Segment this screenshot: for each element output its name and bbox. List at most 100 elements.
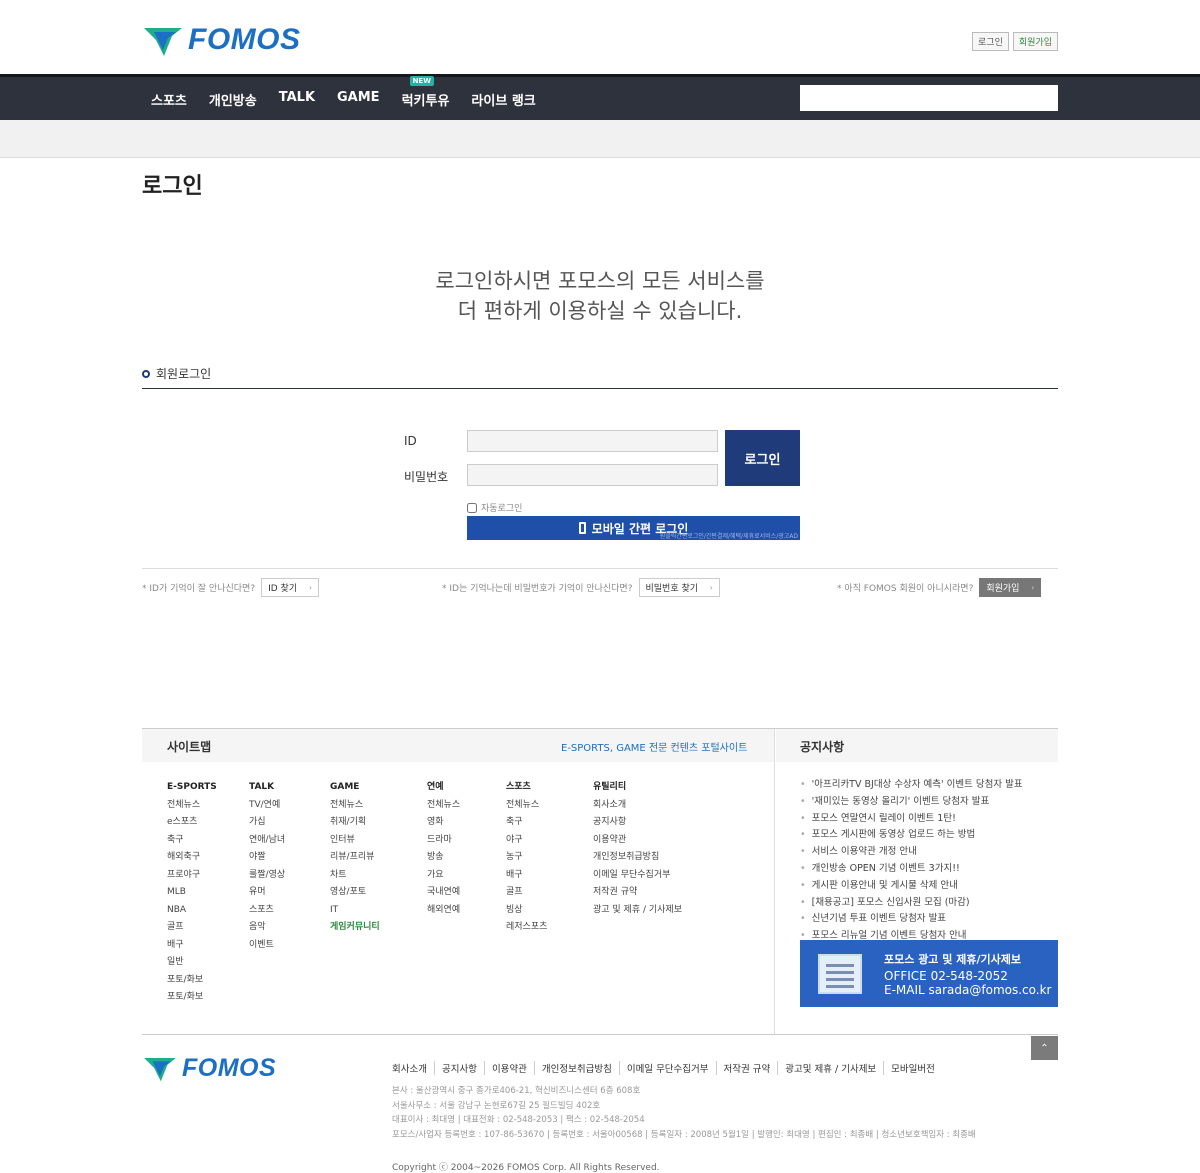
sitemap-link[interactable]: 유머: [249, 884, 285, 902]
sitemap-link[interactable]: 이용약관: [593, 832, 682, 850]
auto-login[interactable]: 자동로그인: [467, 501, 522, 514]
sitemap-link[interactable]: 영상/포토: [330, 884, 380, 902]
sitemap-link[interactable]: 리뷰/프리뷰: [330, 849, 380, 867]
find-password-button[interactable]: 비밀번호 찾기 ›: [638, 578, 720, 597]
footer-link[interactable]: 이용약관: [483, 1061, 534, 1075]
sitemap-link[interactable]: 이벤트: [249, 937, 285, 955]
ad-email: E-MAIL sarada@fomos.co.kr: [884, 983, 1052, 997]
fomos-logo[interactable]: FOMOS: [142, 22, 301, 58]
nav-item-game[interactable]: GAME: [337, 90, 380, 109]
sitemap-link[interactable]: 포토/화보: [167, 972, 217, 990]
sitemap-link[interactable]: 배구: [167, 937, 217, 955]
sitemap-link[interactable]: 골프: [506, 884, 547, 902]
nav-item-lucky[interactable]: NEW 럭키투유: [402, 76, 449, 109]
mobile-login-button[interactable]: 모바일 간편 로그인 원클릭간편로그인/간편결제/혜택/제휴료서비스/광고AD: [467, 516, 800, 540]
sitemap-tagline: E-SPORTS, GAME 전문 컨텐츠 포털사이트: [561, 743, 748, 754]
sitemap-link[interactable]: 농구: [506, 849, 547, 867]
phone-icon: [578, 522, 586, 534]
auto-login-checkbox[interactable]: [467, 502, 477, 513]
sitemap-link[interactable]: 룰짤/영상: [249, 867, 285, 885]
top-join-link[interactable]: 회원가입: [1012, 32, 1058, 51]
sub-band: [0, 120, 1200, 158]
password-input[interactable]: [467, 464, 718, 486]
sitemap-link[interactable]: 전체뉴스: [330, 797, 380, 815]
notice-item[interactable]: 개인방송 OPEN 기념 이벤트 3가지!!: [800, 861, 1023, 878]
sitemap-link[interactable]: 포토/화보: [167, 989, 217, 1007]
sitemap-link[interactable]: 개인정보취급방침: [593, 849, 682, 867]
notice-item[interactable]: 서비스 이용약관 개정 안내: [800, 844, 1023, 861]
sitemap-link[interactable]: 회사소개: [593, 797, 682, 815]
sitemap-link[interactable]: 야짤: [249, 849, 285, 867]
sitemap-link[interactable]: 가요: [427, 867, 460, 885]
scroll-top-button[interactable]: ⌃: [1031, 1036, 1058, 1060]
sitemap-column-head: 유틸리티: [593, 782, 627, 792]
nav-item-talk[interactable]: TALK: [279, 90, 315, 109]
sitemap-link[interactable]: 배구: [506, 867, 547, 885]
sitemap-link[interactable]: 빙상: [506, 902, 547, 920]
login-button[interactable]: 로그인: [725, 430, 800, 486]
sitemap-link[interactable]: 전체뉴스: [427, 797, 460, 815]
footer-link[interactable]: 개인정보취급방침: [533, 1061, 619, 1075]
notice-item[interactable]: '재미있는 동영상 올리기' 이벤트 당첨자 발표: [800, 794, 1023, 811]
sitemap-link[interactable]: 레저스포츠: [506, 919, 547, 937]
top-login-link[interactable]: 로그인: [972, 32, 1009, 51]
notice-item[interactable]: 게시판 이용안내 및 게시물 삭제 안내: [800, 878, 1023, 895]
sitemap-link[interactable]: e스포츠: [167, 814, 217, 832]
sitemap-link[interactable]: 저작권 규약: [593, 884, 682, 902]
nav-item-broadcast[interactable]: 개인방송: [209, 90, 257, 109]
sitemap-link[interactable]: 프로야구: [167, 867, 217, 885]
sitemap-link[interactable]: 광고 및 제휴 / 기사제보: [593, 902, 682, 920]
sitemap-link[interactable]: 해외연예: [427, 902, 460, 920]
sitemap-link[interactable]: 전체뉴스: [167, 797, 217, 815]
search-input[interactable]: [800, 85, 1058, 111]
sitemap-link-game-community[interactable]: 게임커뮤니티: [330, 919, 380, 937]
find-id-button[interactable]: ID 찾기 ›: [261, 578, 319, 597]
sitemap-link[interactable]: 취재/기획: [330, 814, 380, 832]
sitemap-link[interactable]: 영화: [427, 814, 460, 832]
notice-item[interactable]: '아프리카TV BJ대상 수상자 예측' 이벤트 당첨자 발표: [800, 777, 1023, 794]
sitemap-link[interactable]: 축구: [167, 832, 217, 850]
sitemap-link[interactable]: TV/연예: [249, 797, 285, 815]
sitemap-link[interactable]: MLB: [167, 884, 217, 902]
notice-item[interactable]: 신년기념 투표 이벤트 당첨자 발표: [800, 911, 1023, 928]
footer-link[interactable]: 공지사항: [433, 1061, 484, 1075]
sitemap-link[interactable]: 일반: [167, 954, 217, 972]
sitemap-link[interactable]: 스포츠: [249, 902, 285, 920]
sitemap-link[interactable]: 야구: [506, 832, 547, 850]
sitemap-link[interactable]: 해외축구: [167, 849, 217, 867]
sitemap-link[interactable]: 골프: [167, 919, 217, 937]
notice-item[interactable]: [채용공고] 포모스 신입사원 모집 (마감): [800, 895, 1023, 912]
sitemap-link[interactable]: 공지사항: [593, 814, 682, 832]
sitemap-link[interactable]: 가십: [249, 814, 285, 832]
footer-logo[interactable]: FOMOS: [142, 1053, 276, 1083]
nav-item-sports[interactable]: 스포츠: [151, 90, 187, 109]
notice-item[interactable]: 포모스 연말연시 릴레이 이벤트 1탄!: [800, 811, 1023, 828]
sitemap-link[interactable]: IT: [330, 902, 380, 920]
sitemap-link[interactable]: 인터뷰: [330, 832, 380, 850]
sitemap-link[interactable]: NBA: [167, 902, 217, 920]
nav-item-live-rank[interactable]: 라이브 랭크: [471, 90, 535, 109]
footer-link[interactable]: 모바일버전: [883, 1061, 942, 1075]
sitemap-link[interactable]: 연애/남녀: [249, 832, 285, 850]
footer-link[interactable]: 광고및 제휴 / 기사제보: [777, 1061, 883, 1075]
sitemap-link[interactable]: 축구: [506, 814, 547, 832]
sitemap-link[interactable]: 차트: [330, 867, 380, 885]
login-intro: 로그인하시면 포모스의 모든 서비스를 더 편하게 이용하실 수 있습니다.: [0, 266, 1200, 326]
sitemap-link[interactable]: 이메일 무단수집거부: [593, 867, 682, 885]
sitemap-column-talk: TALK TV/연예 가십 연애/남녀 야짤 룰짤/영상 유머 스포츠 음악 이…: [249, 779, 285, 954]
sitemap-link[interactable]: 국내연예: [427, 884, 460, 902]
company-contact: 대표이사 : 최대영 | 대표전화 : 02-548-2053 | 팩스 : 0…: [392, 1115, 645, 1125]
sitemap-link[interactable]: 방송: [427, 849, 460, 867]
join-button[interactable]: 회원가입 ›: [979, 578, 1042, 597]
sitemap-link[interactable]: 드라마: [427, 832, 460, 850]
sitemap-column-head: 연예: [427, 782, 444, 792]
member-login-title: 회원로그인: [156, 367, 212, 381]
footer-link[interactable]: 저작권 규약: [715, 1061, 778, 1075]
notice-item[interactable]: 포모스 게시판에 동영상 업로드 하는 방법: [800, 827, 1023, 844]
sitemap-link[interactable]: 전체뉴스: [506, 797, 547, 815]
ad-contact-banner[interactable]: 포모스 광고 및 제휴/기사제보 OFFICE 02-548-2052 E-MA…: [800, 940, 1058, 1007]
footer-link[interactable]: 이메일 무단수집거부: [618, 1061, 716, 1075]
id-input[interactable]: [467, 430, 718, 452]
footer-link[interactable]: 회사소개: [392, 1061, 434, 1075]
sitemap-link[interactable]: 음악: [249, 919, 285, 937]
